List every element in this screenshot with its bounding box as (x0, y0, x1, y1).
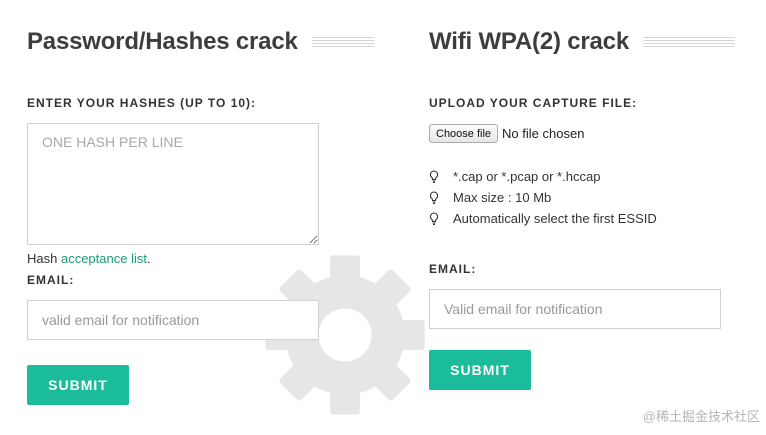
hash-note-prefix: Hash (27, 251, 61, 266)
acceptance-list-link[interactable]: acceptance list (61, 251, 147, 266)
wifi-crack-title: Wifi WPA(2) crack (429, 28, 629, 55)
password-crack-title: Password/Hashes crack (27, 28, 298, 55)
watermark: @稀土掘金技术社区 (642, 409, 760, 424)
email-label: EMAIL: (27, 273, 75, 287)
email-input[interactable] (27, 300, 319, 340)
hashes-label: ENTER YOUR HASHES (UP TO 10): (27, 96, 257, 110)
submit-capture-button[interactable]: SUBMIT (429, 350, 531, 390)
file-status: No file chosen (502, 126, 585, 141)
lightbulb-icon (429, 170, 439, 183)
list-item: Automatically select the first ESSID (429, 208, 657, 229)
upload-label: UPLOAD YOUR CAPTURE FILE: (429, 96, 638, 110)
lightbulb-icon (429, 212, 439, 225)
password-crack-header: Password/Hashes crack (27, 28, 374, 56)
heading-decoration (642, 36, 735, 48)
email-label: EMAIL: (429, 262, 477, 276)
submit-hashes-button[interactable]: SUBMIT (27, 365, 129, 405)
list-item: Max size : 10 Mb (429, 187, 657, 208)
hashes-textarea[interactable] (27, 123, 319, 245)
choose-file-button[interactable]: Choose file (429, 124, 499, 143)
tip-text: Automatically select the first ESSID (453, 211, 657, 226)
email-input[interactable] (429, 289, 721, 329)
lightbulb-icon (429, 191, 439, 204)
wifi-crack-header: Wifi WPA(2) crack (429, 28, 735, 56)
capture-tips-list: *.cap or *.pcap or *.hccap Max size : 10… (429, 166, 657, 229)
tip-text: *.cap or *.pcap or *.hccap (453, 169, 601, 184)
list-item: *.cap or *.pcap or *.hccap (429, 166, 657, 187)
file-input: Choose file No file chosen (429, 124, 584, 143)
hash-note-suffix: . (146, 251, 151, 266)
tip-text: Max size : 10 Mb (453, 190, 552, 205)
heading-decoration (311, 36, 374, 48)
hash-acceptance-note: Hash acceptance list. (27, 251, 151, 266)
